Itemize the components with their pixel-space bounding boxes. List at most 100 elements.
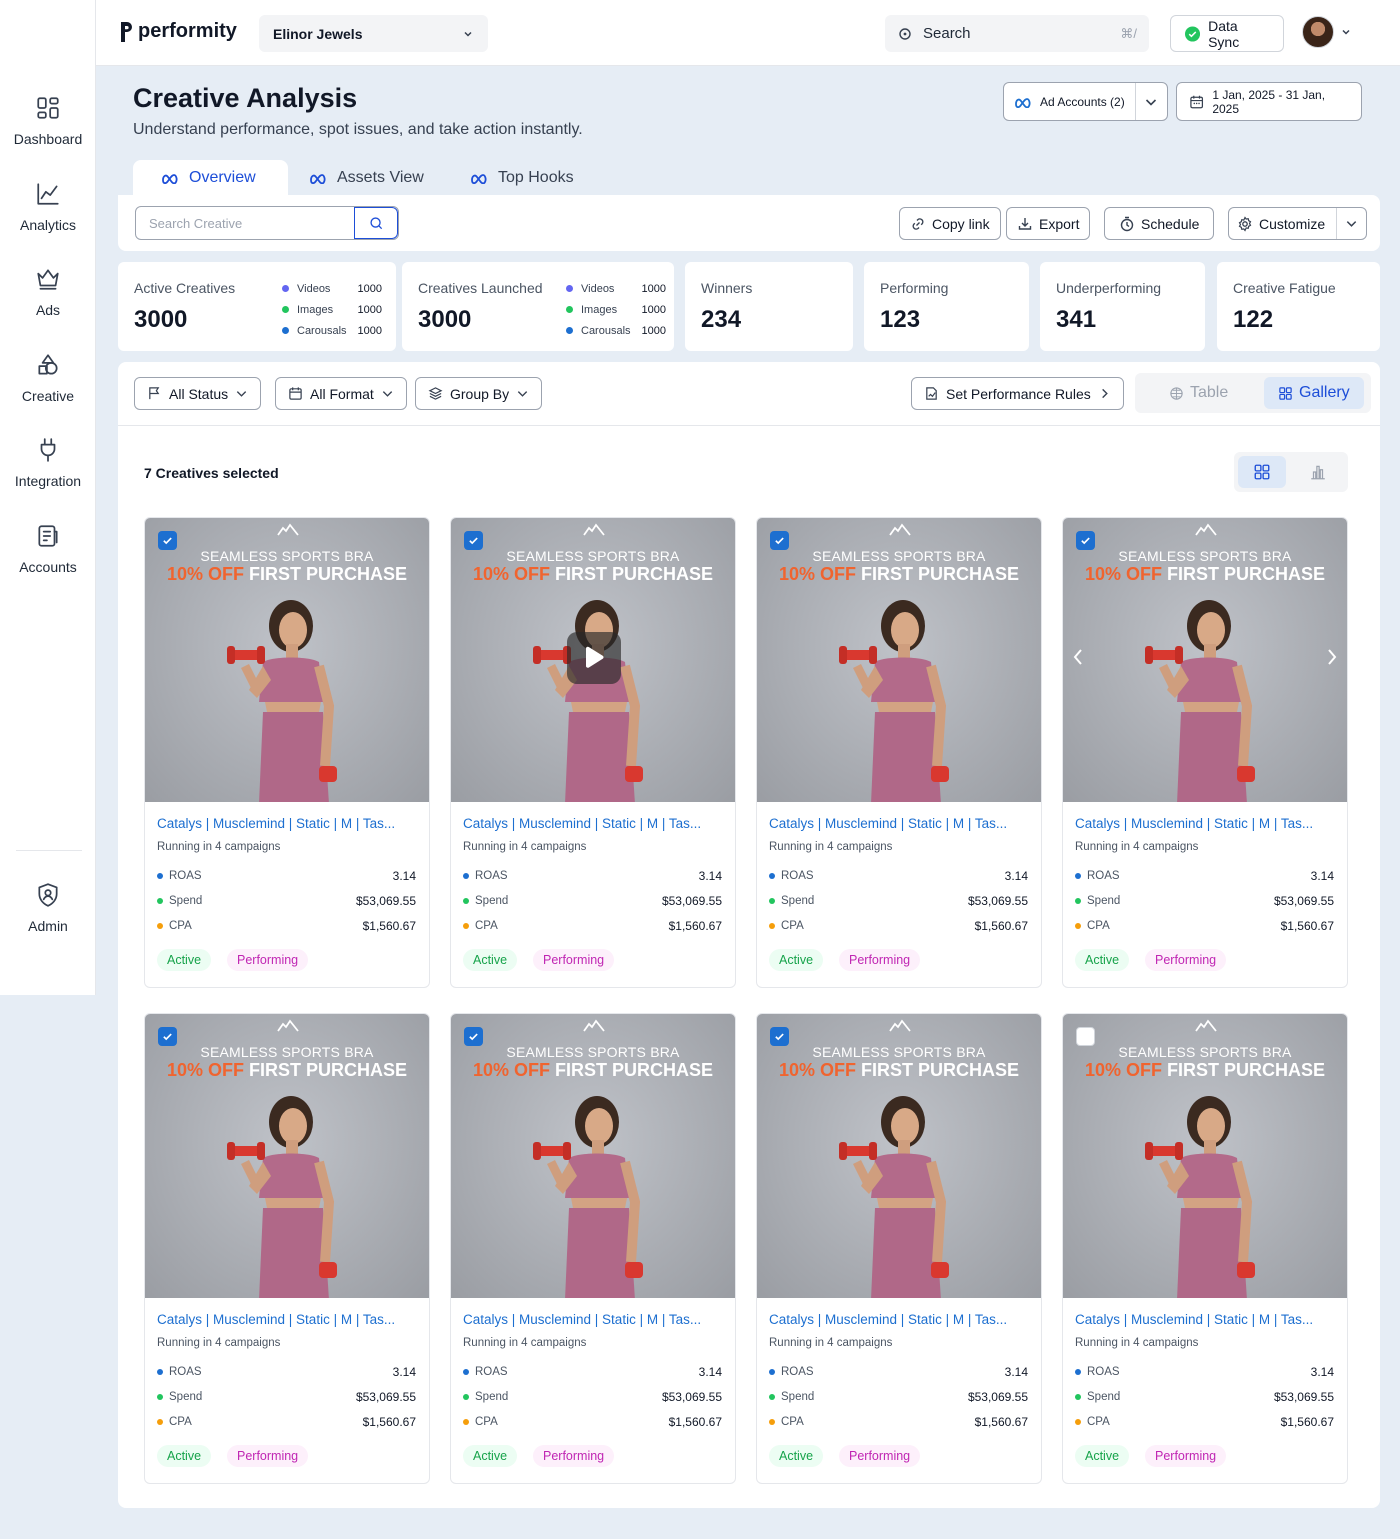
metric-value: $53,069.55 (967, 1390, 1028, 1404)
creative-title[interactable]: Catalys | Musclemind | Static | M | Tas.… (1075, 816, 1337, 831)
sidebar-item-dashboard[interactable]: Dashboard (0, 95, 96, 147)
page-title: Creative Analysis (133, 83, 358, 113)
creative-card[interactable]: SEAMLESS SPORTS BRA 10% OFF FIRST PURCHAS… (450, 517, 736, 988)
promo-rest: FIRST PURCHASE (1167, 1060, 1326, 1080)
select-checkbox[interactable] (464, 1027, 483, 1046)
schedule-label: Schedule (1141, 215, 1200, 232)
status-badge: Active (769, 1445, 824, 1467)
creative-thumbnail[interactable]: SEAMLESS SPORTS BRA 10% OFF FIRST PURCHAS… (145, 1014, 429, 1298)
carousel-prev-icon[interactable] (1069, 646, 1087, 668)
customize-button[interactable]: Customize (1228, 207, 1367, 240)
spend-dot (1075, 1394, 1081, 1400)
cpa-dot (1075, 1419, 1081, 1425)
sidebar: Dashboard Analytics Ads Creative Integra… (0, 0, 96, 995)
creative-card[interactable]: SEAMLESS SPORTS BRA 10% OFF FIRST PURCHAS… (144, 1013, 430, 1484)
chevron-down-icon[interactable] (1340, 26, 1352, 38)
creative-search-button[interactable] (354, 207, 398, 239)
creative-card[interactable]: SEAMLESS SPORTS BRA 10% OFF FIRST PURCHAS… (1062, 1013, 1348, 1484)
copy-link-button[interactable]: Copy link (899, 207, 1001, 240)
select-checkbox[interactable] (1076, 531, 1095, 550)
carousel-next-icon[interactable] (1323, 646, 1341, 668)
select-checkbox[interactable] (464, 531, 483, 550)
status-filter[interactable]: All Status (134, 377, 262, 410)
table-icon (1170, 386, 1183, 400)
breakdown-row: Images 1000 (566, 299, 666, 320)
admin-icon (38, 883, 58, 907)
avatar[interactable] (1302, 16, 1334, 48)
model-photo (533, 600, 643, 802)
creative-thumbnail[interactable]: SEAMLESS SPORTS BRA 10% OFF FIRST PURCHAS… (757, 518, 1041, 802)
tab-overview[interactable]: Overview (133, 160, 288, 196)
creative-title[interactable]: Catalys | Musclemind | Static | M | Tas.… (1075, 1312, 1337, 1327)
sidebar-item-label: Integration (14, 473, 82, 489)
sidebar-item-integration[interactable]: Integration (0, 437, 96, 489)
creative-card[interactable]: SEAMLESS SPORTS BRA 10% OFF FIRST PURCHAS… (1062, 517, 1348, 988)
sidebar-item-creative[interactable]: Creative (0, 352, 96, 404)
creative-card[interactable]: SEAMLESS SPORTS BRA 10% OFF FIRST PURCHAS… (756, 1013, 1042, 1484)
export-button[interactable]: Export (1006, 207, 1091, 240)
performance-badge: Performing (839, 949, 921, 971)
chart-mode-button[interactable] (1294, 456, 1342, 488)
promo-rest: FIRST PURCHASE (249, 564, 408, 584)
creative-thumbnail[interactable]: SEAMLESS SPORTS BRA 10% OFF FIRST PURCHAS… (145, 518, 429, 802)
chevron-down-icon (517, 391, 528, 397)
schedule-button[interactable]: Schedule (1104, 207, 1215, 240)
brand-mountain-icon (889, 1019, 911, 1032)
performance-rules-button[interactable]: Set Performance Rules (911, 377, 1124, 410)
tab-label: Top Hooks (498, 169, 574, 186)
sidebar-item-accounts[interactable]: Accounts (0, 523, 96, 575)
brand-select[interactable]: Elinor Jewels (259, 15, 488, 52)
creative-card[interactable]: SEAMLESS SPORTS BRA 10% OFF FIRST PURCHAS… (450, 1013, 736, 1484)
performance-badge: Performing (839, 1445, 921, 1467)
logo[interactable]: performity (120, 20, 237, 43)
creative-title[interactable]: Catalys | Musclemind | Static | M | Tas.… (157, 1312, 419, 1327)
select-checkbox[interactable] (158, 1027, 177, 1046)
global-search[interactable]: Search ⌘/ (885, 15, 1149, 52)
analytics-icon (37, 183, 59, 205)
play-button[interactable] (567, 632, 621, 684)
sidebar-item-ads[interactable]: Ads (0, 266, 96, 318)
sidebar-item-analytics[interactable]: Analytics (0, 181, 96, 233)
creative-card[interactable]: SEAMLESS SPORTS BRA 10% OFF FIRST PURCHAS… (144, 517, 430, 988)
data-sync-button[interactable]: Data Sync (1170, 15, 1284, 52)
creative-thumbnail[interactable]: SEAMLESS SPORTS BRA 10% OFF FIRST PURCHAS… (451, 1014, 735, 1298)
breakdown-row: Carousals 1000 (282, 320, 382, 341)
tab-assets-view[interactable]: Assets View (281, 160, 452, 196)
creative-title[interactable]: Catalys | Musclemind | Static | M | Tas.… (157, 816, 419, 831)
date-range-picker[interactable]: 1 Jan, 2025 - 31 Jan, 2025 (1176, 82, 1362, 121)
creative-title[interactable]: Catalys | Musclemind | Static | M | Tas.… (769, 816, 1031, 831)
metric-cpa: CPA $1,560.67 (1075, 919, 1334, 933)
promo-line1: SEAMLESS SPORTS BRA (812, 1044, 986, 1060)
gallery-view-button[interactable]: Gallery (1264, 377, 1364, 409)
select-checkbox[interactable] (770, 531, 789, 550)
creative-card[interactable]: SEAMLESS SPORTS BRA 10% OFF FIRST PURCHAS… (756, 517, 1042, 988)
group-by-filter[interactable]: Group By (415, 377, 543, 410)
metric-roas: ROAS 3.14 (463, 1365, 722, 1379)
select-checkbox[interactable] (1076, 1027, 1095, 1046)
creative-search-input[interactable]: Search Creative (136, 207, 354, 239)
tab-top-hooks[interactable]: Top Hooks (442, 160, 602, 196)
creative-title[interactable]: Catalys | Musclemind | Static | M | Tas.… (769, 1312, 1031, 1327)
campaigns-text: Running in 4 campaigns (769, 1337, 893, 1349)
creative-thumbnail[interactable]: SEAMLESS SPORTS BRA 10% OFF FIRST PURCHAS… (757, 1014, 1041, 1298)
chevron-down-icon (236, 391, 247, 397)
creative-thumbnail[interactable]: SEAMLESS SPORTS BRA 10% OFF FIRST PURCHAS… (451, 518, 735, 802)
select-checkbox[interactable] (770, 1027, 789, 1046)
status-badge: Active (1075, 1445, 1130, 1467)
creative-thumbnail[interactable]: SEAMLESS SPORTS BRA 10% OFF FIRST PURCHAS… (1063, 518, 1347, 802)
customize-dropdown[interactable] (1336, 208, 1366, 239)
grid-mode-button[interactable] (1238, 456, 1286, 488)
ad-accounts-select[interactable]: Ad Accounts (2) (1003, 82, 1168, 121)
roas-dot (157, 873, 163, 879)
meta-icon (1015, 97, 1031, 108)
select-checkbox[interactable] (158, 531, 177, 550)
sidebar-item-admin[interactable]: Admin (0, 882, 96, 934)
creative-title[interactable]: Catalys | Musclemind | Static | M | Tas.… (463, 1312, 725, 1327)
creative-title[interactable]: Catalys | Musclemind | Static | M | Tas.… (463, 816, 725, 831)
table-view-button[interactable]: Table (1155, 377, 1242, 409)
metric-roas: ROAS 3.14 (769, 1365, 1028, 1379)
format-filter[interactable]: All Format (275, 377, 407, 410)
creative-thumbnail[interactable]: SEAMLESS SPORTS BRA 10% OFF FIRST PURCHAS… (1063, 1014, 1347, 1298)
breakdown-row: Videos 1000 (282, 278, 382, 299)
spend-dot (463, 898, 469, 904)
